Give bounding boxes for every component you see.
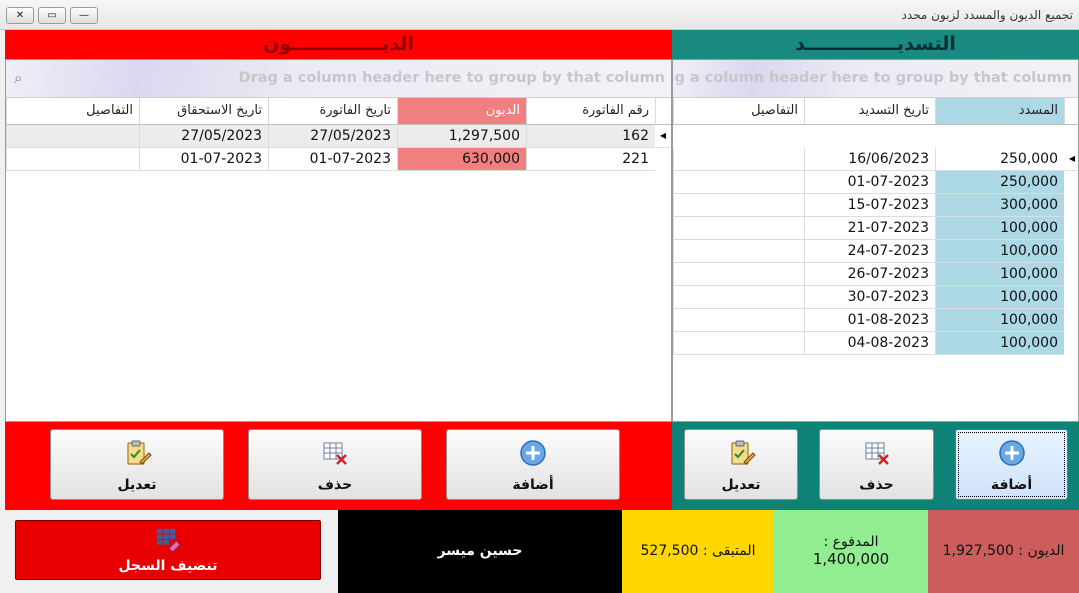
add-plus-icon bbox=[520, 440, 546, 466]
table-cell-paid[interactable]: 100,000 bbox=[935, 217, 1064, 240]
paid-label: المدفوع : bbox=[823, 534, 879, 550]
table-cell-details[interactable] bbox=[673, 194, 804, 217]
payments-group-hint: Drag a column header here to group by th… bbox=[672, 70, 1072, 86]
payments-panel: التسديــــــــــــــد Drag a column head… bbox=[672, 30, 1079, 510]
close-button[interactable]: ✕ bbox=[6, 7, 34, 24]
table-cell-details[interactable] bbox=[673, 217, 804, 240]
table-cell-paid[interactable]: 250,000 bbox=[935, 148, 1064, 171]
clear-area: تنضيف السجل bbox=[5, 510, 338, 593]
edit-clipboard-icon bbox=[127, 440, 152, 465]
window-title: تجميع الديون والمسدد لزبون محدد bbox=[901, 8, 1073, 22]
row-indicator-header bbox=[655, 98, 671, 125]
title-bar: ✕ ▭ — تجميع الديون والمسدد لزبون محدد bbox=[0, 0, 1079, 30]
table-cell-paid[interactable]: 100,000 bbox=[935, 263, 1064, 286]
table-cell-date[interactable]: 24-07-2023 bbox=[804, 240, 935, 263]
col-paid[interactable]: المسدد bbox=[935, 98, 1064, 125]
search-icon[interactable]: ⌕ bbox=[14, 69, 22, 87]
debts-delete-label: حذف bbox=[317, 477, 353, 493]
remaining-total: المتبقى : 527,500 bbox=[622, 510, 774, 593]
payments-edit-label: تعديل bbox=[721, 477, 761, 493]
maximize-button[interactable]: ▭ bbox=[38, 7, 66, 24]
payments-add-label: أضافة bbox=[990, 477, 1033, 493]
table-cell-paid[interactable]: 300,000 bbox=[935, 194, 1064, 217]
table-cell-due-date[interactable]: 01-07-2023 bbox=[139, 148, 268, 171]
debts-header: الديــــــــــــــون bbox=[5, 30, 672, 59]
table-cell-details[interactable] bbox=[673, 148, 804, 171]
table-cell-date[interactable]: 01-08-2023 bbox=[804, 309, 935, 332]
table-cell-paid[interactable]: 100,000 bbox=[935, 240, 1064, 263]
payments-delete-button[interactable]: حذف bbox=[819, 429, 934, 500]
table-cell-invoice-date[interactable]: 27/05/2023 bbox=[268, 125, 397, 148]
current-row-indicator: ◀ bbox=[1065, 148, 1078, 171]
table-cell-date[interactable]: 04-08-2023 bbox=[804, 332, 935, 355]
clear-record-label: تنضيف السجل bbox=[118, 558, 218, 574]
table-cell-amount[interactable]: 630,000 bbox=[397, 148, 526, 171]
debts-delete-button[interactable]: حذف bbox=[248, 429, 422, 500]
debts-action-bar: تعديل حذف أضافة bbox=[5, 422, 672, 510]
col-invoice-date[interactable]: تاريخ الفاتورة bbox=[268, 98, 397, 125]
table-cell-details[interactable] bbox=[6, 148, 139, 171]
add-plus-icon bbox=[998, 440, 1025, 466]
table-cell-date[interactable]: 21-07-2023 bbox=[804, 217, 935, 240]
debts-panel: الديــــــــــــــون ⌕ Drag a column hea… bbox=[5, 30, 672, 510]
payments-grid[interactable]: Drag a column header here to group by th… bbox=[672, 59, 1079, 422]
table-cell-paid[interactable]: 100,000 bbox=[935, 286, 1064, 309]
minimize-button[interactable]: — bbox=[70, 7, 98, 24]
table-cell-date[interactable]: 26-07-2023 bbox=[804, 263, 935, 286]
table-cell-details[interactable] bbox=[673, 309, 804, 332]
current-row-indicator: ◀ bbox=[656, 125, 670, 148]
table-cell-details[interactable] bbox=[673, 240, 804, 263]
summary-bar: تنضيف السجل حسين ميسر المتبقى : 527,500 … bbox=[5, 510, 1079, 593]
payments-header: التسديــــــــــــــد bbox=[672, 30, 1079, 59]
table-cell-details[interactable] bbox=[673, 286, 804, 309]
table-cell-invoice[interactable]: 162 bbox=[526, 125, 655, 148]
debts-total: الديون : 1,927,500 bbox=[928, 510, 1079, 593]
table-cell-amount[interactable]: 1,297,500 bbox=[397, 125, 526, 148]
payments-group-panel[interactable]: Drag a column header here to group by th… bbox=[673, 60, 1078, 98]
delete-table-icon bbox=[323, 442, 347, 465]
customer-name: حسين ميسر bbox=[338, 510, 622, 593]
table-cell-paid[interactable]: 100,000 bbox=[935, 309, 1064, 332]
table-cell-date[interactable]: 16/06/2023 bbox=[804, 148, 935, 171]
delete-table-icon bbox=[865, 442, 889, 465]
debts-group-hint: Drag a column header here to group by th… bbox=[238, 70, 665, 86]
table-cell-date[interactable]: 15-07-2023 bbox=[804, 194, 935, 217]
row-indicator-header bbox=[1064, 98, 1078, 125]
payments-edit-button[interactable]: تعديل bbox=[684, 429, 798, 500]
col-debts[interactable]: الديون bbox=[397, 98, 526, 125]
paid-total: المدفوع : 1,400,000 bbox=[774, 510, 928, 593]
debts-edit-button[interactable]: تعديل bbox=[50, 429, 224, 500]
payments-action-bar: تعديل حذف أضافة bbox=[672, 422, 1079, 510]
clear-eraser-icon bbox=[156, 528, 181, 553]
debts-add-label: أضافة bbox=[512, 477, 554, 493]
col-payment-details[interactable]: التفاصيل bbox=[673, 98, 804, 125]
table-cell-paid[interactable]: 250,000 bbox=[935, 171, 1064, 194]
table-cell-details[interactable] bbox=[673, 263, 804, 286]
table-cell-due-date[interactable]: 27/05/2023 bbox=[139, 125, 268, 148]
col-due-date[interactable]: تاريخ الاستحقاق bbox=[139, 98, 268, 125]
table-cell-date[interactable]: 01-07-2023 bbox=[804, 171, 935, 194]
table-cell-invoice-date[interactable]: 01-07-2023 bbox=[268, 148, 397, 171]
paid-value: 1,400,000 bbox=[812, 550, 890, 568]
debts-edit-label: تعديل bbox=[117, 477, 157, 493]
table-cell-paid[interactable]: 100,000 bbox=[935, 332, 1064, 355]
debts-group-panel[interactable]: ⌕ Drag a column header here to group by … bbox=[6, 60, 671, 98]
col-details[interactable]: التفاصيل bbox=[6, 98, 139, 125]
edit-clipboard-icon bbox=[731, 440, 756, 465]
debts-grid[interactable]: ⌕ Drag a column header here to group by … bbox=[5, 59, 672, 422]
table-cell-date[interactable]: 30-07-2023 bbox=[804, 286, 935, 309]
col-invoice-number[interactable]: رقم الفاتورة bbox=[526, 98, 655, 125]
table-cell-details[interactable] bbox=[673, 171, 804, 194]
debts-add-button[interactable]: أضافة bbox=[446, 429, 620, 500]
table-cell-invoice[interactable]: 221 bbox=[526, 148, 655, 171]
table-cell-details[interactable] bbox=[6, 125, 139, 148]
payments-delete-label: حذف bbox=[859, 477, 894, 493]
clear-record-button[interactable]: تنضيف السجل bbox=[15, 520, 321, 580]
table-cell-details[interactable] bbox=[673, 332, 804, 355]
col-payment-date[interactable]: تاريخ التسديد bbox=[804, 98, 935, 125]
payments-add-button[interactable]: أضافة bbox=[955, 429, 1068, 500]
